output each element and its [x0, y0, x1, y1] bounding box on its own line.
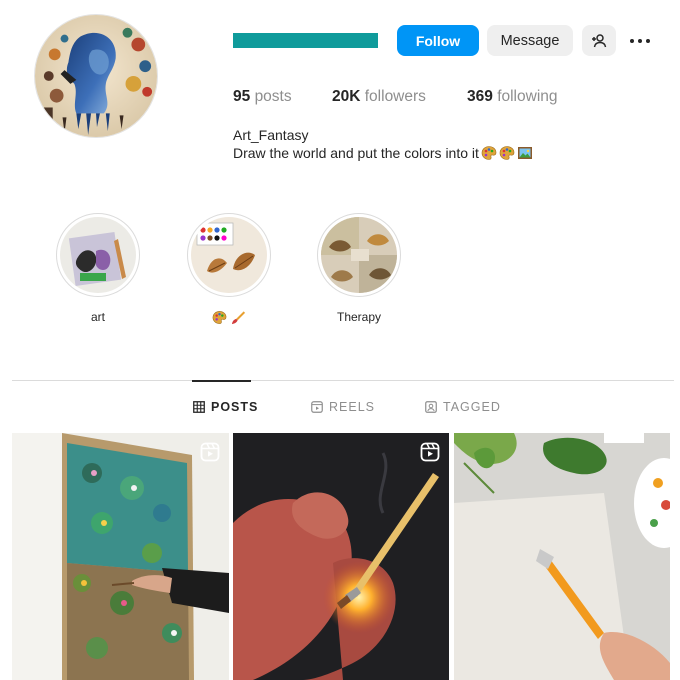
highlight-label	[187, 310, 271, 325]
tagged-icon	[425, 401, 437, 413]
tab-tagged-label: TAGGED	[443, 400, 501, 414]
profile-bio: Draw the world and put the colors into i…	[233, 145, 533, 161]
more-dot	[638, 39, 642, 43]
following-number: 369	[467, 88, 493, 105]
followers-link[interactable]: 20K followers	[332, 88, 426, 106]
reel-icon	[420, 442, 440, 462]
profile-name: Art_Fantasy	[233, 127, 309, 143]
highlight-leaves-cover	[191, 217, 267, 293]
following-label: following	[497, 88, 558, 105]
highlight-label: art	[90, 310, 105, 324]
avatar-artwork	[35, 15, 157, 137]
bio-text: Draw the world and put the colors into i…	[233, 145, 479, 161]
highlight-therapy-cover	[321, 217, 397, 293]
post-painting-water-lilies	[12, 433, 229, 680]
paintbrush-emoji	[231, 311, 245, 325]
reels-icon	[311, 401, 323, 413]
more-horizontal-icon	[630, 39, 634, 43]
active-tab-indicator	[192, 380, 251, 382]
more-dot	[646, 39, 650, 43]
highlight-ring	[187, 213, 271, 297]
palette-emoji	[212, 311, 227, 325]
posts-number: 95	[233, 88, 251, 105]
highlight-art-cover	[60, 217, 136, 293]
post-brush-on-canvas	[454, 433, 670, 680]
highlight-ring	[317, 213, 401, 297]
post-painting-hand-flame	[233, 433, 449, 680]
tab-posts[interactable]: POSTS	[193, 400, 258, 414]
more-options-button[interactable]	[624, 30, 656, 52]
posts-label: posts	[254, 88, 292, 105]
follow-button[interactable]: Follow	[397, 25, 479, 56]
following-link[interactable]: 369 following	[467, 88, 558, 106]
story-highlight[interactable]	[187, 213, 273, 325]
grid-icon	[193, 401, 205, 413]
tab-reels-label: REELS	[329, 400, 375, 414]
highlight-ring	[56, 213, 140, 297]
posts-count: 95 posts	[233, 88, 292, 106]
post-tile[interactable]	[12, 433, 229, 680]
username-redacted-bar	[233, 33, 378, 48]
tab-tagged[interactable]: TAGGED	[425, 400, 501, 414]
followers-number: 20K	[332, 88, 361, 105]
palette-emoji	[481, 146, 497, 160]
highlight-cover	[191, 217, 267, 293]
framed-picture-emoji	[517, 147, 532, 159]
highlight-cover	[321, 217, 397, 293]
followers-label: followers	[364, 88, 426, 105]
suggest-user-button[interactable]	[582, 25, 616, 56]
person-add-icon	[592, 33, 607, 47]
tabs-divider	[12, 380, 674, 381]
tab-reels[interactable]: REELS	[311, 400, 375, 414]
tab-posts-label: POSTS	[211, 400, 259, 414]
reel-icon	[200, 442, 220, 462]
post-tile[interactable]	[454, 433, 670, 680]
highlight-label: Therapy	[336, 310, 382, 324]
post-tile[interactable]	[233, 433, 449, 680]
profile-avatar[interactable]	[34, 14, 158, 138]
story-highlight[interactable]: art	[56, 213, 142, 324]
highlight-cover	[60, 217, 136, 293]
palette-emoji	[499, 146, 515, 160]
story-highlight[interactable]: Therapy	[317, 213, 403, 324]
message-button[interactable]: Message	[487, 25, 573, 56]
